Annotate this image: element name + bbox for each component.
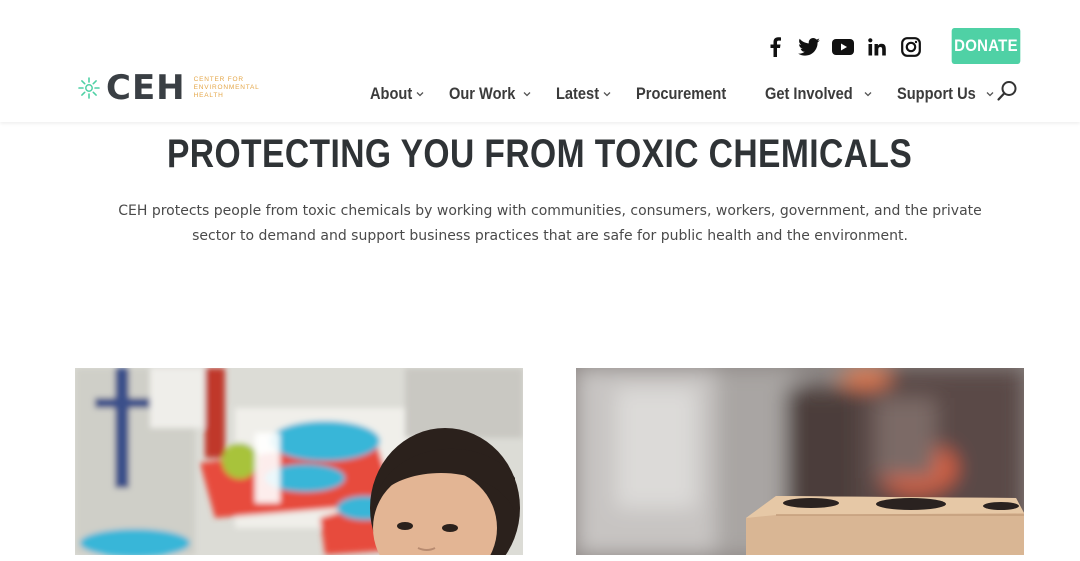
- donate-button[interactable]: DONATE: [951, 28, 1021, 64]
- nav-item-about[interactable]: About: [370, 84, 425, 104]
- nav-item-latest[interactable]: Latest: [556, 84, 612, 104]
- nav-item-label: Procurement: [636, 84, 727, 103]
- linkedin-icon[interactable]: [864, 34, 890, 60]
- logo-subtitle: Center for Environmental Health: [194, 76, 260, 100]
- nav-item-label: Latest: [556, 84, 600, 103]
- social-links: [762, 34, 932, 60]
- site-header: CEH Center for Environmental Health DONA…: [0, 0, 1080, 122]
- nav-item-label: About: [370, 84, 413, 103]
- search-icon[interactable]: [996, 80, 1018, 102]
- chevron-down-icon: [603, 92, 611, 97]
- nav-item-support-us[interactable]: Support Us: [897, 84, 995, 104]
- youtube-icon[interactable]: [830, 34, 856, 60]
- page-headline: PROTECTING YOU FROM TOXIC CHEMICALS: [0, 132, 1080, 177]
- chevron-down-icon: [523, 92, 531, 97]
- nav-item-get-involved[interactable]: Get Involved: [765, 84, 873, 104]
- children-photo: [75, 368, 523, 555]
- feature-image-children[interactable]: [75, 368, 523, 555]
- chevron-down-icon: [864, 92, 872, 97]
- chevron-down-icon: [416, 92, 424, 97]
- facebook-icon[interactable]: [762, 34, 788, 60]
- logo-sub-line: Center for: [193, 76, 244, 83]
- logo-sub-line: Health: [193, 92, 224, 99]
- ceh-logo[interactable]: CEH Center for Environmental Health: [78, 68, 260, 108]
- logo-wordmark: CEH: [106, 68, 186, 108]
- main-nav: About Our Work Latest Procurement Get In…: [370, 80, 1019, 108]
- logo-sub-line: Environmental: [193, 84, 260, 91]
- takeout-photo: [576, 368, 1024, 555]
- nav-item-label: Get Involved: [765, 84, 853, 103]
- sunburst-logo-icon: [78, 77, 100, 99]
- nav-item-label: Our Work: [449, 84, 516, 103]
- twitter-icon[interactable]: [796, 34, 822, 60]
- instagram-icon[interactable]: [898, 34, 924, 60]
- chevron-down-icon: [986, 92, 994, 97]
- nav-item-our-work[interactable]: Our Work: [449, 84, 532, 104]
- nav-item-label: Support Us: [897, 84, 977, 103]
- headline-text: PROTECTING YOU FROM TOXIC CHEMICALS: [167, 132, 913, 176]
- nav-item-procurement[interactable]: Procurement: [636, 84, 741, 104]
- feature-image-takeout[interactable]: [576, 368, 1024, 555]
- intro-paragraph: CEH protects people from toxic chemicals…: [118, 203, 982, 244]
